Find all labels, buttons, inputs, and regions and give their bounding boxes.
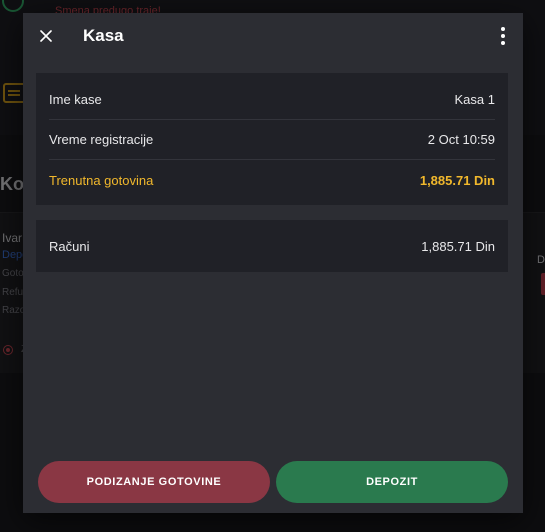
dialog-title: Kasa <box>83 26 124 45</box>
receipts-label: Računi <box>49 238 90 254</box>
dialog-header: Kasa <box>23 13 523 59</box>
current-cash-row: Trenutna gotovina 1,885.71 Din <box>49 160 495 200</box>
receipts-panel: Računi 1,885.71 Din <box>36 220 508 272</box>
cash-withdrawal-button[interactable]: PODIZANJE GOTOVINE <box>38 461 270 503</box>
receipts-value: 1,885.71 Din <box>421 238 495 254</box>
more-vert-dot <box>501 41 505 45</box>
registration-time-row: Vreme registracije 2 Oct 10:59 <box>49 119 495 160</box>
more-options-button[interactable] <box>493 25 513 47</box>
cash-register-dialog: Kasa Ime kase Kasa 1 Vreme registracije … <box>23 13 523 513</box>
close-icon <box>40 30 52 42</box>
registration-time-label: Vreme registracije <box>49 131 154 147</box>
more-vert-icon <box>501 27 505 31</box>
register-name-label: Ime kase <box>49 91 102 107</box>
current-cash-value: 1,885.71 Din <box>419 172 495 188</box>
register-info-panel: Ime kase Kasa 1 Vreme registracije 2 Oct… <box>36 73 508 205</box>
more-vert-dot <box>501 34 505 38</box>
current-cash-label: Trenutna gotovina <box>49 172 154 188</box>
register-name-value: Kasa 1 <box>454 91 495 107</box>
receipts-row: Računi 1,885.71 Din <box>49 226 495 266</box>
close-button[interactable] <box>35 25 57 47</box>
register-name-row: Ime kase Kasa 1 <box>49 79 495 120</box>
registration-time-value: 2 Oct 10:59 <box>427 131 495 147</box>
deposit-button[interactable]: DEPOZIT <box>276 461 508 503</box>
